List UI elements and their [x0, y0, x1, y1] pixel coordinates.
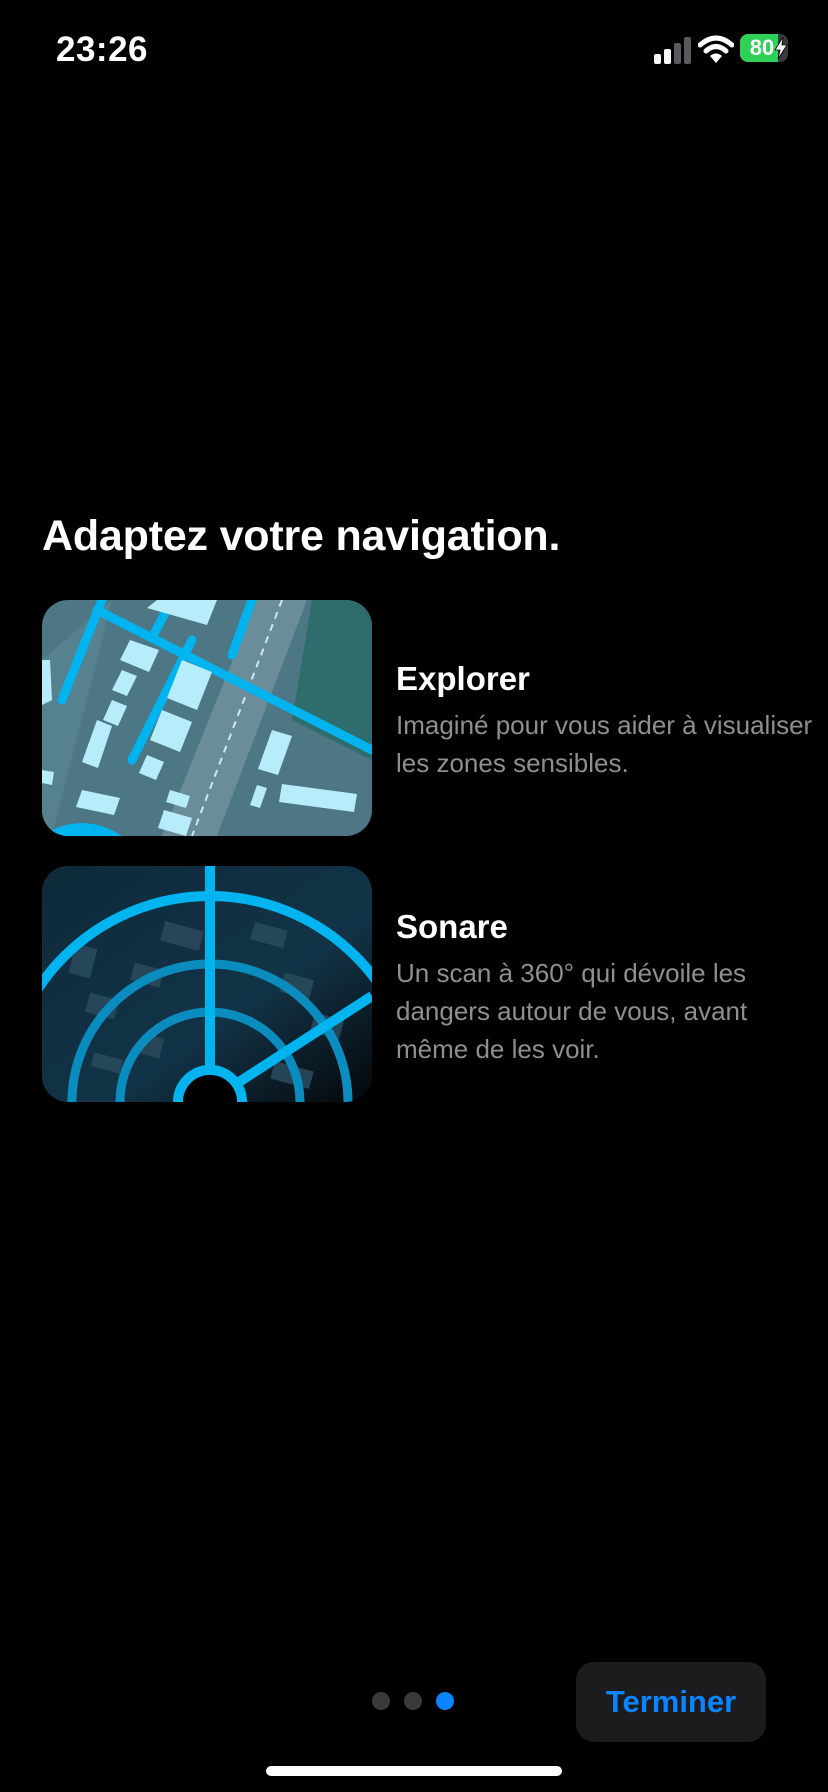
explorer-map-illustration [42, 600, 372, 836]
page-dot-2[interactable] [404, 1692, 422, 1710]
feature-title: Explorer [396, 660, 530, 697]
feature-sonare-text: Sonare Un scan à 360° qui dévoile les da… [396, 908, 816, 1068]
sonar-radar-illustration [42, 866, 372, 1102]
battery-icon: 80 [740, 34, 790, 62]
page-dot-3[interactable] [436, 1692, 454, 1710]
feature-explorer: Explorer Imaginé pour vous aider à visua… [42, 600, 812, 836]
status-bar: 23:26 80 [0, 0, 828, 100]
feature-sonare: Sonare Un scan à 360° qui dévoile les da… [42, 866, 802, 1102]
feature-description: Un scan à 360° qui dévoile les dangers a… [396, 958, 748, 1064]
feature-explorer-text: Explorer Imaginé pour vous aider à visua… [396, 660, 816, 782]
page-title: Adaptez votre navigation. [42, 512, 561, 560]
page-dot-1[interactable] [372, 1692, 390, 1710]
done-button[interactable]: Terminer [576, 1662, 766, 1742]
charging-bolt-icon [774, 37, 788, 59]
home-indicator[interactable] [266, 1766, 562, 1776]
feature-title: Sonare [396, 908, 508, 945]
feature-description: Imaginé pour vous aider à visualiser les… [396, 710, 813, 778]
signal-icon [654, 37, 691, 64]
wifi-icon [698, 35, 734, 63]
status-time: 23:26 [56, 30, 149, 69]
